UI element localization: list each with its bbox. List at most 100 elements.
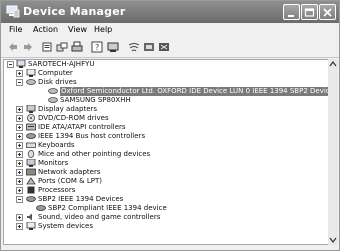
close-button[interactable] [319, 4, 336, 20]
computer-icon [16, 60, 26, 68]
scan-icon[interactable] [56, 41, 68, 53]
sound-icon [27, 213, 32, 221]
tree-item-label: Computer [38, 69, 73, 77]
disk-drive-icon [48, 97, 58, 103]
tree-item-monitors[interactable]: Monitors [4, 159, 328, 168]
tree-item-network-adapters[interactable]: Network adapters [4, 168, 328, 177]
tree-item-ports[interactable]: Ports (COM & LPT) [4, 177, 328, 186]
collapse-toggle[interactable] [7, 61, 14, 68]
tree-item-label: Ports (COM & LPT) [38, 177, 102, 185]
menu-file[interactable]: File [9, 25, 22, 34]
sbp2-icon [26, 196, 36, 202]
tree-item-label: Sound, video and game controllers [38, 213, 161, 221]
expand-toggle[interactable] [16, 169, 23, 176]
tree-item-label: DVD/CD-ROM drives [38, 114, 109, 122]
expand-toggle[interactable] [16, 160, 23, 167]
display-adapter-icon [26, 105, 36, 113]
tree-item-keyboards[interactable]: Keyboards [4, 141, 328, 150]
tree-item-sbp2-compliant[interactable]: SBP2 Compliant IEEE 1394 device [4, 204, 328, 213]
tree-item-processors[interactable]: Processors [4, 186, 328, 195]
window-title: Device Manager [23, 5, 126, 18]
close-icon [323, 8, 332, 17]
tree-item-label: Display adapters [38, 105, 98, 113]
tree-item-label: Mice and other pointing devices [38, 150, 151, 158]
expand-toggle[interactable] [16, 115, 23, 122]
properties-icon[interactable] [41, 41, 53, 53]
forward-icon[interactable] [22, 41, 34, 53]
tree-item-sbp2-devices[interactable]: SBP2 IEEE 1394 Devices [4, 195, 328, 204]
expand-toggle[interactable] [16, 106, 23, 113]
device-icon[interactable] [158, 41, 170, 53]
system-device-icon [26, 222, 36, 230]
expand-toggle[interactable] [16, 214, 23, 221]
device-manager-window: Device Manager File Action View Help ? S… [0, 0, 340, 251]
help-icon[interactable]: ? [91, 41, 103, 53]
tree-item-oxford-device[interactable]: Oxford Semiconductor Ltd. OXFORD IDE Dev… [4, 87, 328, 96]
device-manager-icon [6, 5, 20, 18]
tree-item-sound-video[interactable]: Sound, video and game controllers [4, 213, 328, 222]
tree-item-label: Monitors [38, 159, 69, 167]
tree-item-label: Processors [38, 186, 76, 194]
toolbar: ? [1, 39, 339, 58]
tree-item-label: SBP2 Compliant IEEE 1394 device [48, 204, 167, 212]
tree-item-dvd-cdrom[interactable]: DVD/CD-ROM drives [4, 114, 328, 123]
port-icon [26, 177, 36, 185]
network-adapter-icon [26, 168, 36, 176]
device-tree[interactable]: SAROTECH-AJHFYU Computer Disk drives Oxf… [3, 59, 329, 245]
expand-toggle[interactable] [16, 223, 23, 230]
minimize-button[interactable] [283, 4, 300, 20]
tree-item-ide-ata[interactable]: IDE ATA/ATAPI controllers [4, 123, 328, 132]
back-icon[interactable] [7, 41, 19, 53]
ieee1394-icon [26, 133, 36, 139]
maximize-button[interactable] [301, 4, 318, 20]
expand-toggle[interactable] [16, 124, 23, 131]
tree-item-label: SAMSUNG SP80XHH [60, 96, 131, 104]
network-icon[interactable] [143, 41, 155, 53]
disk-drive-icon [26, 79, 36, 85]
tree-item-label: Keyboards [38, 141, 75, 149]
expand-toggle[interactable] [16, 133, 23, 140]
tree-item-display-adapters[interactable]: Display adapters [4, 105, 328, 114]
disk-drive-icon [48, 88, 58, 94]
tree-item-label-selected: Oxford Semiconductor Ltd. OXFORD IDE Dev… [60, 87, 328, 96]
minimize-icon [288, 15, 294, 17]
menu-help[interactable]: Help [94, 25, 112, 34]
scroll-up-icon[interactable] [328, 59, 338, 69]
update-driver-icon[interactable] [71, 41, 83, 53]
tree-item-mice[interactable]: Mice and other pointing devices [4, 150, 328, 159]
expand-toggle[interactable] [16, 151, 23, 158]
cd-rom-icon [27, 114, 35, 122]
expand-toggle[interactable] [16, 70, 23, 77]
uninstall-icon[interactable] [107, 41, 119, 53]
ide-controller-icon [26, 123, 36, 131]
menu-action[interactable]: Action [33, 25, 58, 34]
svg-text:?: ? [95, 43, 99, 52]
mouse-icon [27, 150, 35, 158]
tree-item-label: Disk drives [38, 78, 77, 86]
title-bar[interactable]: Device Manager [1, 1, 339, 23]
tree-item-label: System devices [38, 222, 93, 230]
tree-root[interactable]: SAROTECH-AJHFYU [4, 60, 328, 69]
tree-item-system-devices[interactable]: System devices [4, 222, 328, 231]
disable-icon[interactable] [128, 41, 140, 53]
tree-item-label: SBP2 IEEE 1394 Devices [38, 195, 124, 203]
tree-item-ieee1394-bus[interactable]: IEEE 1394 Bus host controllers [4, 132, 328, 141]
expand-toggle[interactable] [16, 178, 23, 185]
computer-icon [26, 69, 36, 77]
expand-toggle[interactable] [16, 142, 23, 149]
tree-item-label: IEEE 1394 Bus host controllers [38, 132, 146, 140]
expand-toggle[interactable] [16, 187, 23, 194]
status-bar [1, 245, 339, 250]
monitor-icon [26, 159, 36, 167]
menu-bar: File Action View Help [1, 23, 339, 39]
collapse-toggle[interactable] [16, 196, 23, 203]
tree-item-computer[interactable]: Computer [4, 69, 328, 78]
collapse-toggle[interactable] [16, 79, 23, 86]
maximize-icon [304, 8, 315, 17]
menu-view[interactable]: View [68, 25, 87, 34]
tree-item-disk-drives[interactable]: Disk drives [4, 78, 328, 87]
scroll-down-icon[interactable] [328, 235, 338, 245]
vertical-scrollbar[interactable] [328, 59, 338, 245]
tree-root-label: SAROTECH-AJHFYU [28, 60, 95, 68]
tree-item-samsung[interactable]: SAMSUNG SP80XHH [4, 96, 328, 105]
